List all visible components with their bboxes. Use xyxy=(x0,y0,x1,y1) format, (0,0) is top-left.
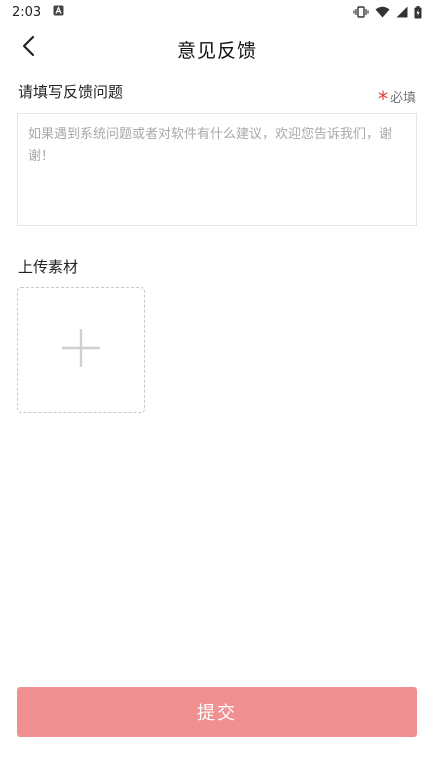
status-bar: 2:03 xyxy=(0,0,434,24)
a-icon xyxy=(53,5,64,20)
required-star: * xyxy=(377,87,388,111)
battery-charging-icon xyxy=(414,5,422,19)
feedback-textarea[interactable] xyxy=(17,113,417,226)
feedback-label: 请填写反馈问题 xyxy=(18,83,124,101)
required-tag: * 必填 xyxy=(377,86,416,111)
status-time: 2:03 xyxy=(12,4,42,20)
signal-icon xyxy=(396,6,408,18)
plus-icon xyxy=(61,328,101,372)
required-text: 必填 xyxy=(389,90,416,106)
upload-add-button[interactable] xyxy=(17,287,145,413)
upload-label: 上传素材 xyxy=(18,258,79,276)
submit-button[interactable]: 提交 xyxy=(17,687,417,737)
status-left: 2:03 xyxy=(12,5,64,20)
status-right xyxy=(353,5,422,19)
header: 意见反馈 xyxy=(0,28,434,68)
page-title: 意见反馈 xyxy=(176,40,257,62)
vibrate-icon xyxy=(353,6,369,18)
wifi-icon xyxy=(375,6,390,18)
